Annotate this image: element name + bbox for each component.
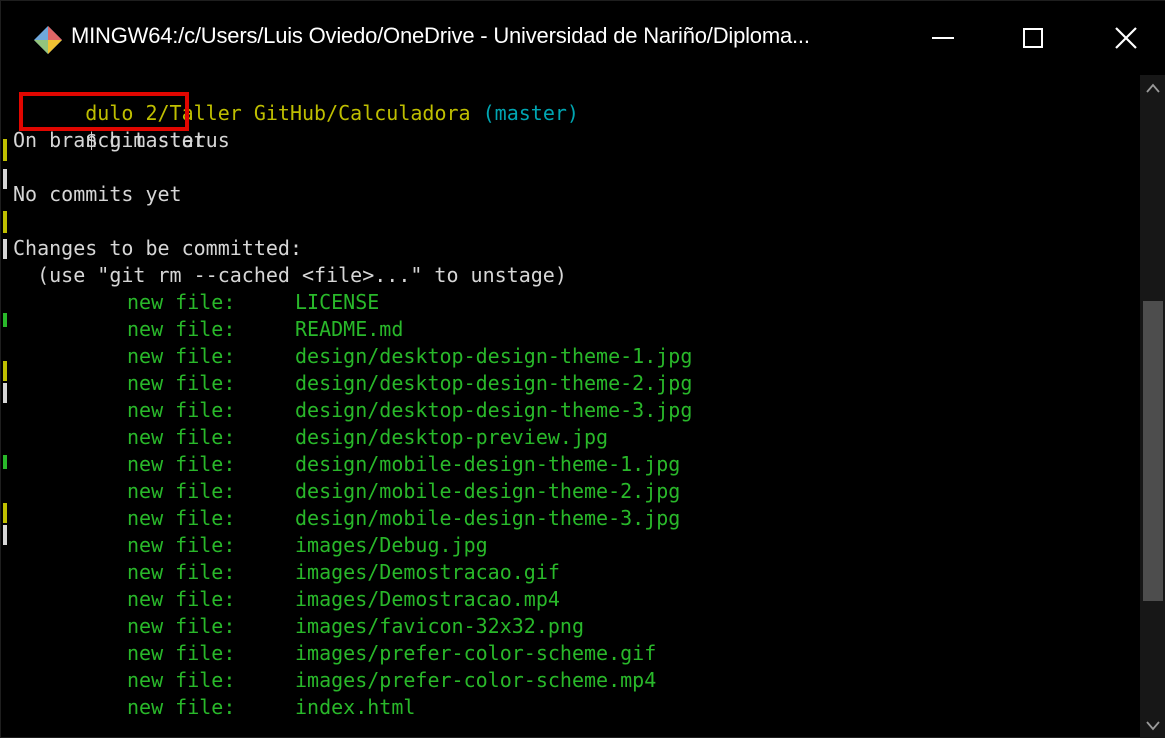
branch-line: On branch master <box>13 128 206 152</box>
staged-file-path: design/desktop-design-theme-3.jpg <box>295 398 693 422</box>
staged-file-path: images/Debug.jpg <box>295 533 488 557</box>
staged-file-path: images/Demostracao.gif <box>295 560 560 584</box>
commits-line: No commits yet <box>13 182 182 206</box>
staged-label: new file: <box>127 452 236 476</box>
staged-label: new file: <box>127 614 236 638</box>
minimize-button[interactable] <box>903 1 983 75</box>
left-gutter-marks <box>1 75 13 738</box>
staged-label: new file: <box>127 695 236 719</box>
maximize-button[interactable] <box>993 1 1073 75</box>
staged-file-path: design/mobile-design-theme-2.jpg <box>295 479 681 503</box>
staged-file-path: images/prefer-color-scheme.mp4 <box>295 668 657 692</box>
command-highlight-box <box>19 92 189 131</box>
terminal-output[interactable]: dulo 2/Taller GitHub/Calculadora (master… <box>13 73 1138 738</box>
title-bar[interactable]: MINGW64:/c/Users/Luis Oviedo/OneDrive - … <box>1 1 1165 75</box>
staged-label: new file: <box>127 668 236 692</box>
staged-label: new file: <box>127 560 236 584</box>
staged-file-path: design/mobile-design-theme-1.jpg <box>295 452 681 476</box>
staged-label: new file: <box>127 371 236 395</box>
staged-file-path: design/desktop-design-theme-2.jpg <box>295 371 693 395</box>
staged-file-path: README.md <box>295 317 404 341</box>
staged-label: new file: <box>127 587 236 611</box>
staged-label: new file: <box>127 479 236 503</box>
staged-file-path: LICENSE <box>295 290 380 314</box>
close-icon <box>1115 27 1137 49</box>
git-bash-diamond-icon <box>34 26 62 54</box>
staged-label: new file: <box>127 344 236 368</box>
staged-label: new file: <box>127 641 236 665</box>
staged-label: new file: <box>127 398 236 422</box>
staged-label: new file: <box>127 290 236 314</box>
staged-label: new file: <box>127 533 236 557</box>
staged-file-path: design/mobile-design-theme-3.jpg <box>295 506 681 530</box>
minimize-icon <box>932 37 954 39</box>
staged-label: new file: <box>127 425 236 449</box>
maximize-icon <box>1023 28 1043 48</box>
vertical-scrollbar[interactable] <box>1140 75 1165 738</box>
staged-file-path: images/Demostracao.mp4 <box>295 587 560 611</box>
staged-file-path: images/prefer-color-scheme.gif <box>295 641 657 665</box>
prompt-branch: (master) <box>482 101 579 125</box>
terminal-window: MINGW64:/c/Users/Luis Oviedo/OneDrive - … <box>0 0 1165 738</box>
scroll-thumb[interactable] <box>1143 301 1163 601</box>
changes-header: Changes to be committed: <box>13 236 302 260</box>
scroll-up-arrow-icon[interactable] <box>1140 75 1165 101</box>
window-title: MINGW64:/c/Users/Luis Oviedo/OneDrive - … <box>71 23 810 48</box>
unstage-hint: (use "git rm --cached <file>..." to unst… <box>13 263 567 287</box>
staged-file-path: design/desktop-design-theme-1.jpg <box>295 344 693 368</box>
close-button[interactable] <box>1086 1 1165 75</box>
staged-label: new file: <box>127 506 236 530</box>
staged-file-path: images/favicon-32x32.png <box>295 614 584 638</box>
staged-file-path: index.html <box>295 695 416 719</box>
scroll-down-arrow-icon[interactable] <box>1140 713 1165 738</box>
staged-file-path: design/desktop-preview.jpg <box>295 425 609 449</box>
staged-label: new file: <box>127 317 236 341</box>
